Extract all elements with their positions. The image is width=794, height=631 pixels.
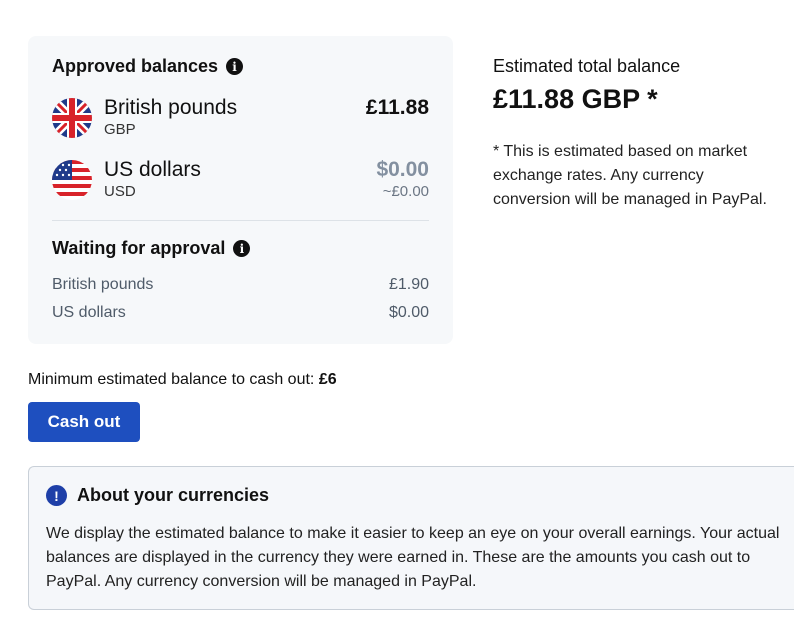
- waiting-row-gbp: British pounds £1.90: [52, 276, 429, 294]
- info-icon[interactable]: i: [233, 240, 251, 257]
- estimated-total-value: £11.88 GBP *: [493, 84, 658, 114]
- currency-approx-amount: ~£0.00: [382, 183, 429, 200]
- about-currencies-text: We display the estimated balance to make…: [46, 525, 780, 590]
- currency-code: GBP: [104, 121, 136, 138]
- waiting-row-usd: US dollars $0.00: [52, 304, 429, 322]
- currency-name: US dollars: [104, 158, 201, 181]
- about-currencies-heading: ! About your currencies: [46, 485, 269, 506]
- divider: [52, 220, 429, 221]
- currency-name: British pounds: [104, 96, 238, 119]
- about-currencies-panel: ! About your currencies We display the e…: [28, 466, 794, 610]
- currency-amount: $0.00: [376, 158, 429, 181]
- minimum-cashout-label: Minimum estimated balance to cash out:: [28, 371, 315, 388]
- approved-balances-heading: Approved balances i: [52, 56, 244, 77]
- approved-balances-title: Approved balances: [52, 56, 219, 76]
- estimated-total-note: * This is estimated based on market exch…: [493, 143, 767, 208]
- balances-card: Approved balances i British pounds GBP £…: [28, 36, 453, 344]
- about-currencies-title: About your currencies: [77, 485, 270, 505]
- alert-icon: !: [46, 485, 67, 506]
- waiting-approval-title: Waiting for approval: [52, 238, 226, 258]
- balance-row-gbp: British pounds GBP £11.88: [52, 96, 429, 140]
- uk-flag-icon: [52, 98, 92, 138]
- cash-out-button[interactable]: Cash out: [28, 402, 140, 442]
- us-flag-icon: [52, 160, 92, 200]
- waiting-currency-name: US dollars: [52, 304, 126, 321]
- currency-amount: £11.88: [365, 96, 429, 119]
- minimum-cashout-value: £6: [318, 371, 337, 388]
- waiting-currency-amount: £1.90: [388, 276, 429, 293]
- waiting-currency-name: British pounds: [52, 276, 154, 293]
- estimated-total-label: Estimated total balance: [493, 56, 681, 76]
- waiting-currency-amount: $0.00: [388, 304, 429, 321]
- minimum-cashout-text: Minimum estimated balance to cash out: £…: [28, 371, 337, 389]
- info-icon[interactable]: i: [226, 58, 244, 75]
- waiting-approval-heading: Waiting for approval i: [52, 238, 251, 259]
- currency-code: USD: [104, 183, 136, 200]
- balance-row-usd: US dollars USD $0.00 ~£0.00: [52, 158, 429, 202]
